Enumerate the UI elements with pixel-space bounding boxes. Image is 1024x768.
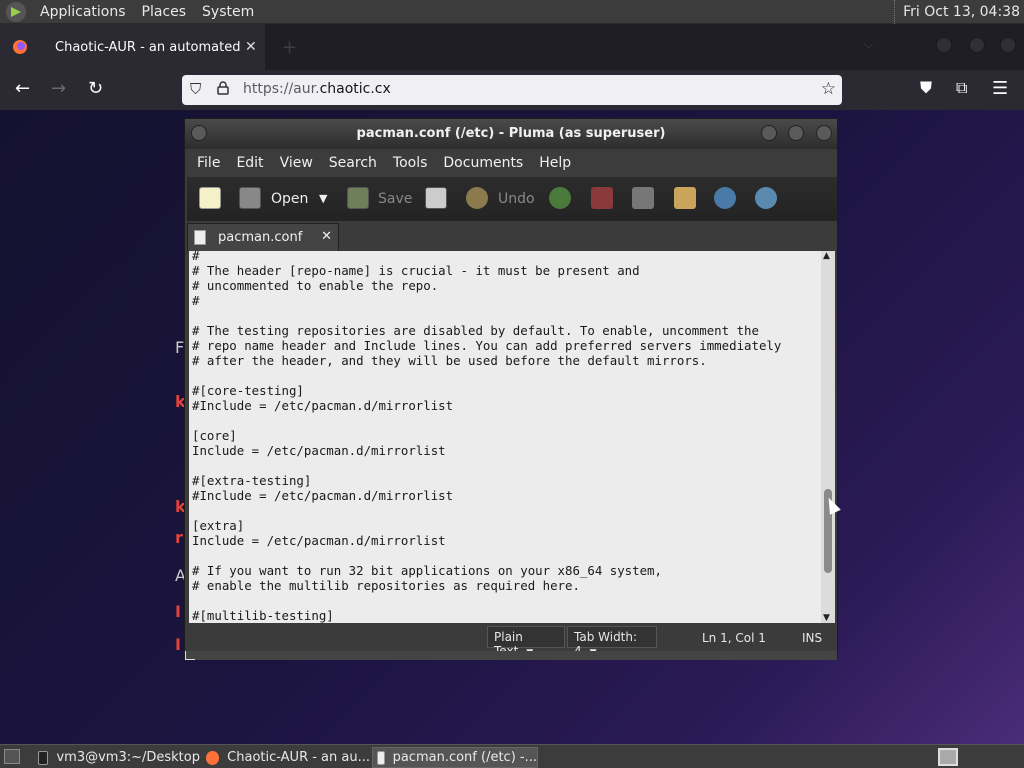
menu-tools[interactable]: Tools bbox=[385, 155, 436, 171]
shield-icon[interactable]: ⛉ bbox=[190, 80, 201, 98]
editor-content[interactable]: # # The header [repo-name] is crucial - … bbox=[189, 251, 821, 623]
text-editor[interactable]: # # The header [repo-name] is crucial - … bbox=[189, 251, 821, 623]
window-bottom-edge bbox=[185, 651, 837, 660]
url-host: https://aur. bbox=[243, 81, 320, 97]
undo-icon[interactable] bbox=[466, 187, 488, 209]
distro-logo-icon[interactable] bbox=[6, 1, 26, 22]
undo-button[interactable]: Undo bbox=[498, 191, 535, 207]
taskbar-item-firefox[interactable]: Chaotic-AUR - an au... bbox=[202, 747, 370, 768]
window-title: pacman.conf (/etc) - Pluma (as superuser… bbox=[356, 126, 666, 141]
pluma-toolbar: Open ▼ Save Undo bbox=[187, 177, 837, 221]
menu-search[interactable]: Search bbox=[321, 155, 385, 171]
paste-icon[interactable] bbox=[674, 187, 696, 209]
menu-file[interactable]: File bbox=[189, 155, 228, 171]
lock-icon[interactable] bbox=[217, 81, 229, 99]
page-text-fragment: F bbox=[175, 338, 185, 357]
forward-icon[interactable]: → bbox=[51, 78, 66, 99]
menu-system[interactable]: System bbox=[194, 4, 262, 20]
pluma-titlebar[interactable]: pacman.conf (/etc) - Pluma (as superuser… bbox=[185, 119, 837, 149]
firefox-icon bbox=[206, 750, 220, 765]
save-button[interactable]: Save bbox=[378, 191, 412, 207]
menu-edit[interactable]: Edit bbox=[228, 155, 271, 171]
status-bar: Plain Text▼ Tab Width: 4▼ Ln 1, Col 1 IN… bbox=[185, 623, 837, 658]
close-icon[interactable] bbox=[816, 125, 832, 141]
clock[interactable]: Fri Oct 13, 04:38 bbox=[894, 0, 1020, 24]
page-text-fragment: r bbox=[175, 528, 183, 547]
open-icon[interactable] bbox=[239, 187, 261, 209]
resize-grip-icon[interactable] bbox=[185, 651, 195, 660]
copy-icon[interactable] bbox=[632, 187, 654, 209]
browser-tab[interactable]: Chaotic-AUR - an automated bu ✕ bbox=[0, 24, 265, 70]
workspace-switcher[interactable] bbox=[938, 748, 958, 766]
minimize-window-icon[interactable] bbox=[936, 37, 952, 53]
show-desktop-icon[interactable] bbox=[4, 749, 20, 764]
terminal-icon bbox=[38, 750, 49, 765]
insert-mode: INS bbox=[802, 631, 823, 645]
taskbar-item-label: Chaotic-AUR - an au... bbox=[227, 750, 370, 765]
maximize-window-icon[interactable] bbox=[969, 37, 985, 53]
text-editor-icon bbox=[377, 750, 385, 765]
document-tab[interactable]: pacman.conf ✕ bbox=[187, 223, 339, 251]
document-tabbar: pacman.conf ✕ bbox=[185, 221, 837, 251]
url-bar[interactable]: ⛉ https://aur.chaotic.cx ☆ bbox=[182, 75, 842, 105]
text-file-icon bbox=[194, 230, 206, 245]
taskbar: vm3@vm3:~/Desktop Chaotic-AUR - an au...… bbox=[0, 744, 1024, 768]
close-window-icon[interactable] bbox=[1000, 37, 1016, 53]
taskbar-item-label: pacman.conf (/etc) -... bbox=[392, 750, 537, 765]
page-text-fragment: I bbox=[175, 635, 181, 654]
maximize-icon[interactable] bbox=[788, 125, 804, 141]
vertical-scrollbar[interactable]: ▲ ▼ bbox=[821, 251, 835, 623]
menu-help[interactable]: Help bbox=[531, 155, 579, 171]
menu-icon[interactable]: ☰ bbox=[992, 78, 1008, 99]
browser-tabbar: Chaotic-AUR - an automated bu ✕ + ⌵ bbox=[0, 24, 1024, 70]
taskbar-item-pluma[interactable]: pacman.conf (/etc) -... bbox=[372, 747, 538, 768]
scroll-up-icon[interactable]: ▲ bbox=[823, 251, 830, 261]
new-tab-button[interactable]: + bbox=[282, 37, 297, 58]
cursor-position: Ln 1, Col 1 bbox=[702, 631, 766, 645]
tab-width-selector[interactable]: Tab Width: 4▼ bbox=[567, 626, 657, 658]
firefox-icon bbox=[13, 40, 27, 54]
tab-list-icon[interactable]: ⌵ bbox=[864, 37, 873, 52]
pluma-window: pacman.conf (/etc) - Pluma (as superuser… bbox=[184, 118, 838, 660]
menu-view[interactable]: View bbox=[272, 155, 321, 171]
print-icon[interactable] bbox=[425, 187, 447, 209]
close-document-icon[interactable]: ✕ bbox=[321, 229, 332, 244]
extensions-icon[interactable]: ⧉ bbox=[956, 78, 967, 98]
taskbar-item-terminal[interactable]: vm3@vm3:~/Desktop bbox=[34, 747, 200, 768]
find-replace-icon[interactable] bbox=[755, 187, 777, 209]
menu-applications[interactable]: Applications bbox=[32, 4, 134, 20]
url-text[interactable]: https://aur.chaotic.cx bbox=[243, 81, 391, 97]
open-button[interactable]: Open bbox=[271, 191, 308, 207]
star-icon[interactable]: ☆ bbox=[821, 79, 836, 99]
find-icon[interactable] bbox=[714, 187, 736, 209]
pocket-icon[interactable]: ⛊ bbox=[920, 78, 932, 98]
open-dropdown-icon[interactable]: ▼ bbox=[319, 192, 327, 205]
language-selector[interactable]: Plain Text▼ bbox=[487, 626, 565, 658]
minimize-icon[interactable] bbox=[761, 125, 777, 141]
close-tab-icon[interactable]: ✕ bbox=[245, 39, 257, 55]
save-icon[interactable] bbox=[347, 187, 369, 209]
document-tab-label: pacman.conf bbox=[218, 230, 303, 245]
cut-icon[interactable] bbox=[591, 187, 613, 209]
new-document-icon[interactable] bbox=[199, 187, 221, 209]
menu-documents[interactable]: Documents bbox=[435, 155, 531, 171]
back-icon[interactable]: ← bbox=[15, 78, 30, 99]
url-domain: chaotic.cx bbox=[319, 81, 391, 97]
top-panel: Applications Places System Fri Oct 13, 0… bbox=[0, 0, 1024, 24]
pluma-menubar: File Edit View Search Tools Documents He… bbox=[185, 149, 837, 177]
redo-icon[interactable] bbox=[549, 187, 571, 209]
reload-icon[interactable]: ↻ bbox=[88, 78, 103, 99]
scroll-down-icon[interactable]: ▼ bbox=[823, 613, 830, 623]
browser-navbar: ← → ↻ ⛉ https://aur.chaotic.cx ☆ ⛊ ⧉ ☰ bbox=[0, 70, 1024, 110]
taskbar-item-label: vm3@vm3:~/Desktop bbox=[56, 750, 200, 765]
browser-tab-title: Chaotic-AUR - an automated bu bbox=[55, 39, 243, 55]
page-text-fragment: I bbox=[175, 602, 181, 621]
menu-places[interactable]: Places bbox=[134, 4, 195, 20]
